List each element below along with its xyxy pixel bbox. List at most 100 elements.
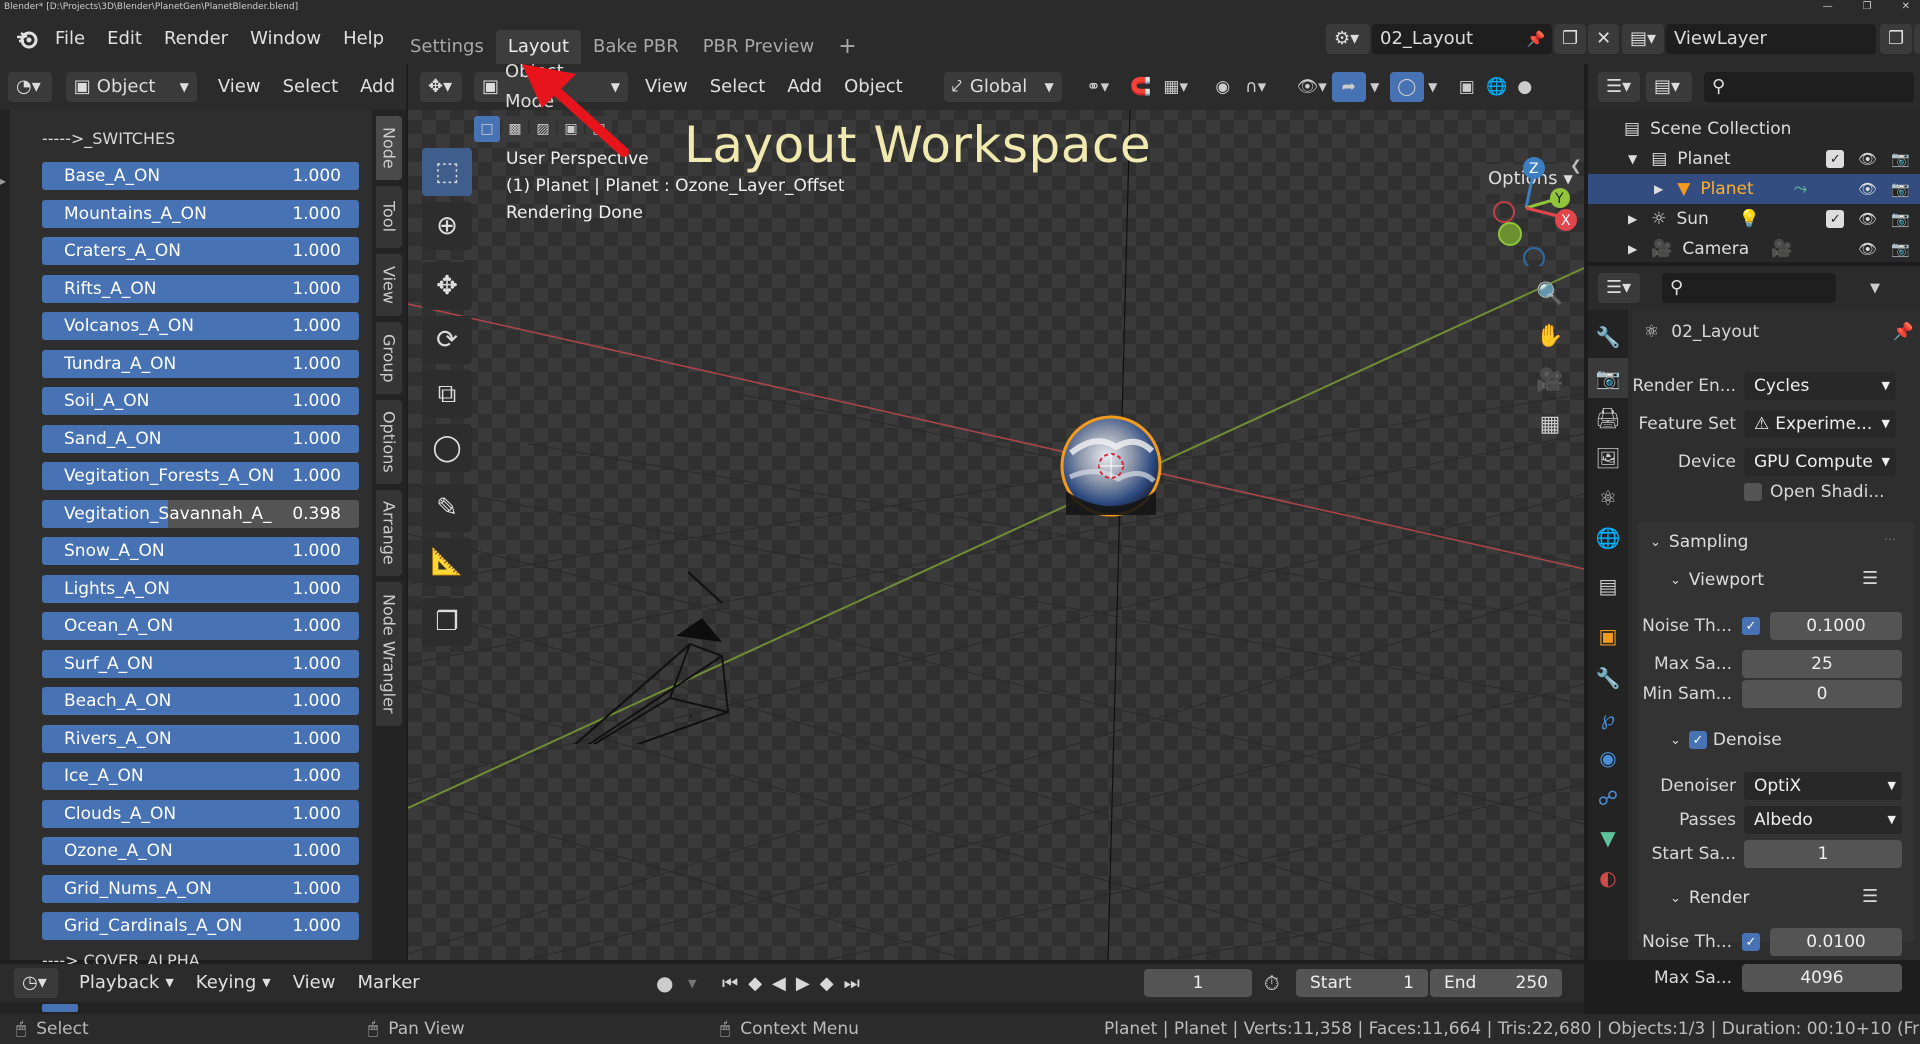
play-icon[interactable]: ▶ (796, 973, 810, 994)
playhead[interactable] (42, 1004, 78, 1012)
switch-slider[interactable]: Vegitation_Forests_A_ON 1.000 (42, 462, 359, 490)
outliner-item-planet-collection[interactable]: ▼ ▤ Planet ✓ 👁 📷 (1588, 144, 1920, 174)
current-frame-field[interactable]: 1 (1144, 969, 1252, 997)
viewport-max-samples-field[interactable]: 25 (1742, 650, 1902, 678)
pin-icon[interactable]: 📌 (1893, 322, 1914, 342)
render-noise-field[interactable]: 0.0100 (1770, 928, 1902, 956)
close-icon[interactable]: ✕ (1902, 0, 1910, 14)
jump-start-icon[interactable]: ⏮ (722, 973, 738, 994)
3d-viewport[interactable]: ✥▾ ▣ Object Mode ▼ View Select Add Objec… (408, 64, 1584, 960)
new-viewlayer-icon[interactable]: ❐ (1880, 24, 1913, 54)
eye-icon[interactable]: 👁 (1858, 240, 1877, 258)
denoise-checkbox[interactable]: ✓ (1688, 731, 1707, 749)
sampling-header[interactable]: ⌄ Sampling (1650, 532, 1748, 552)
keying-menu[interactable]: Keying ▼ (185, 964, 282, 1002)
eye-icon[interactable]: 👁 (1858, 210, 1877, 228)
add-cube-tool[interactable]: ❐ (422, 598, 472, 646)
outliner-item-planet-mesh[interactable]: ▶ ▼ Planet ⤳ 👁 📷 (1588, 174, 1920, 204)
render-camera-icon[interactable]: 📷 (1891, 180, 1910, 198)
transform-orientation-dropdown[interactable]: ⤦ Global ▼ (943, 72, 1062, 102)
render-tab-icon[interactable]: 📷 (1588, 358, 1628, 398)
select-new-icon[interactable]: □ (474, 116, 500, 142)
blender-logo-icon[interactable] (10, 29, 44, 49)
left-menu-add[interactable]: Add (349, 64, 406, 110)
outliner-item-camera[interactable]: ▶ 🎥 Camera 🎥 👁 📷 (1588, 234, 1920, 264)
overlay-toggle-icon[interactable]: ◯ (1389, 72, 1424, 102)
denoise-subpanel-header[interactable]: ⌄ ✓ Denoise (1670, 730, 1782, 750)
tab-view[interactable]: View (376, 254, 402, 316)
scene-tab-icon[interactable]: ⚛ (1588, 478, 1628, 518)
editor-type-3d-button[interactable]: ✥▾ (420, 72, 462, 102)
object-tab-icon[interactable]: ▣ (1588, 614, 1628, 658)
display-mode-button[interactable]: ▤▾ (1646, 72, 1692, 102)
record-icon[interactable]: ● (656, 971, 673, 995)
switch-slider[interactable]: Sand_A_ON 1.000 (42, 424, 359, 453)
marker-menu[interactable]: Marker (346, 964, 430, 1002)
render-noise-checkbox[interactable]: ✓ (1742, 933, 1760, 951)
vp-menu-view[interactable]: View (634, 64, 699, 110)
viewport-subpanel-header[interactable]: ⌄ Viewport (1670, 570, 1764, 590)
add-workspace-button[interactable]: + (826, 30, 868, 64)
jump-end-icon[interactable]: ⏭ (844, 973, 860, 994)
switch-slider[interactable]: Ozone_A_ON 1.000 (42, 837, 359, 865)
editor-type-button[interactable]: ◔▾ (8, 72, 52, 102)
include-checkbox[interactable]: ✓ (1826, 150, 1845, 168)
snap-icon[interactable]: 🧲 (1126, 77, 1156, 97)
menu-edit[interactable]: Edit (96, 14, 153, 64)
tab-settings[interactable]: Settings (398, 30, 496, 64)
scene-browse-button[interactable]: ⚙▾ (1326, 24, 1370, 54)
physics-tab-icon[interactable]: ◉ (1588, 738, 1628, 778)
material-tab-icon[interactable]: ◐ (1588, 858, 1628, 898)
vp-menu-add[interactable]: Add (776, 64, 833, 110)
switch-slider[interactable]: Lights_A_ON 1.000 (42, 574, 359, 603)
switch-slider[interactable]: Tundra_A_ON 1.000 (42, 349, 359, 378)
sidebar-toggle-icon[interactable]: ❮ (1570, 158, 1582, 174)
scale-tool[interactable]: ⧉ (422, 370, 472, 418)
passes-dropdown[interactable]: Albedo ▼ (1744, 806, 1902, 834)
stopwatch-icon[interactable]: ⏱ (1264, 971, 1280, 995)
tab-group[interactable]: Group (376, 322, 402, 394)
switch-slider[interactable]: Ocean_A_ON 1.000 (42, 612, 359, 640)
tab-pbr-preview[interactable]: PBR Preview (691, 30, 827, 64)
measure-tool[interactable]: 📐 (422, 538, 472, 586)
viewport-noise-field[interactable]: 0.1000 (1770, 612, 1902, 640)
world-tab-icon[interactable]: 🌐 (1588, 518, 1628, 558)
switch-slider[interactable]: Volcanos_A_ON 1.000 (42, 312, 359, 340)
switch-slider[interactable]: Clouds_A_ON 1.000 (42, 799, 359, 828)
tab-node-wrangler[interactable]: Node Wrangler (376, 582, 402, 726)
switch-slider[interactable]: Mountains_A_ON 1.000 (42, 199, 359, 228)
menu-help[interactable]: Help (332, 14, 395, 64)
object-type-dropdown[interactable]: ▣ Object ▼ (65, 72, 197, 102)
outliner-scene-collection[interactable]: ▤ Scene Collection (1588, 114, 1920, 144)
delete-scene-icon[interactable]: ✕ (1588, 24, 1620, 54)
render-camera-icon[interactable]: 📷 (1891, 210, 1910, 228)
tab-options[interactable]: Options (376, 400, 402, 484)
denoiser-dropdown[interactable]: OptiX ▼ (1744, 772, 1902, 800)
delete-viewlayer-icon[interactable]: ✕ (1914, 24, 1920, 54)
menu-file[interactable]: File (44, 14, 96, 64)
viewlayer-name-field[interactable]: ViewLayer (1666, 24, 1876, 54)
presets-icon[interactable]: ☰ (1862, 568, 1878, 589)
wireframe-shading-icon[interactable]: 🌐 (1482, 77, 1512, 97)
camera-view-icon[interactable]: 🎥 (1530, 358, 1570, 402)
tab-node[interactable]: Node (376, 116, 402, 180)
render-subpanel-header[interactable]: ⌄ Render (1670, 888, 1749, 908)
start-frame-field[interactable]: Start 1 (1296, 969, 1428, 997)
transform-tool[interactable]: ◯ (422, 424, 472, 472)
end-frame-field[interactable]: End 250 (1430, 969, 1562, 997)
tab-layout[interactable]: Layout (495, 30, 582, 64)
output-tab-icon[interactable]: 🖨 (1588, 398, 1628, 438)
annotate-tool[interactable]: ✎ (422, 484, 472, 532)
vp-menu-select[interactable]: Select (699, 64, 777, 110)
gizmo-toggle-icon[interactable]: ➦ (1331, 72, 1366, 102)
switch-slider[interactable]: Soil_A_ON 1.000 (42, 387, 359, 415)
play-reverse-icon[interactable]: ◀ (772, 973, 786, 994)
properties-search-input[interactable]: ⚲ (1662, 273, 1836, 303)
outliner-item-sun[interactable]: ▶ ☼ Sun 💡 ✓ 👁 📷 (1588, 204, 1920, 234)
view-layer-tab-icon[interactable]: 🖼 (1588, 438, 1628, 478)
switch-slider[interactable]: Base_A_ON 1.000 (42, 162, 359, 190)
planet-object[interactable] (1056, 411, 1166, 521)
render-max-samples-field[interactable]: 4096 (1742, 964, 1902, 992)
prev-keyframe-icon[interactable]: ◆ (748, 973, 762, 994)
timeline-editor-type-button[interactable]: ◷▾ (14, 968, 58, 998)
